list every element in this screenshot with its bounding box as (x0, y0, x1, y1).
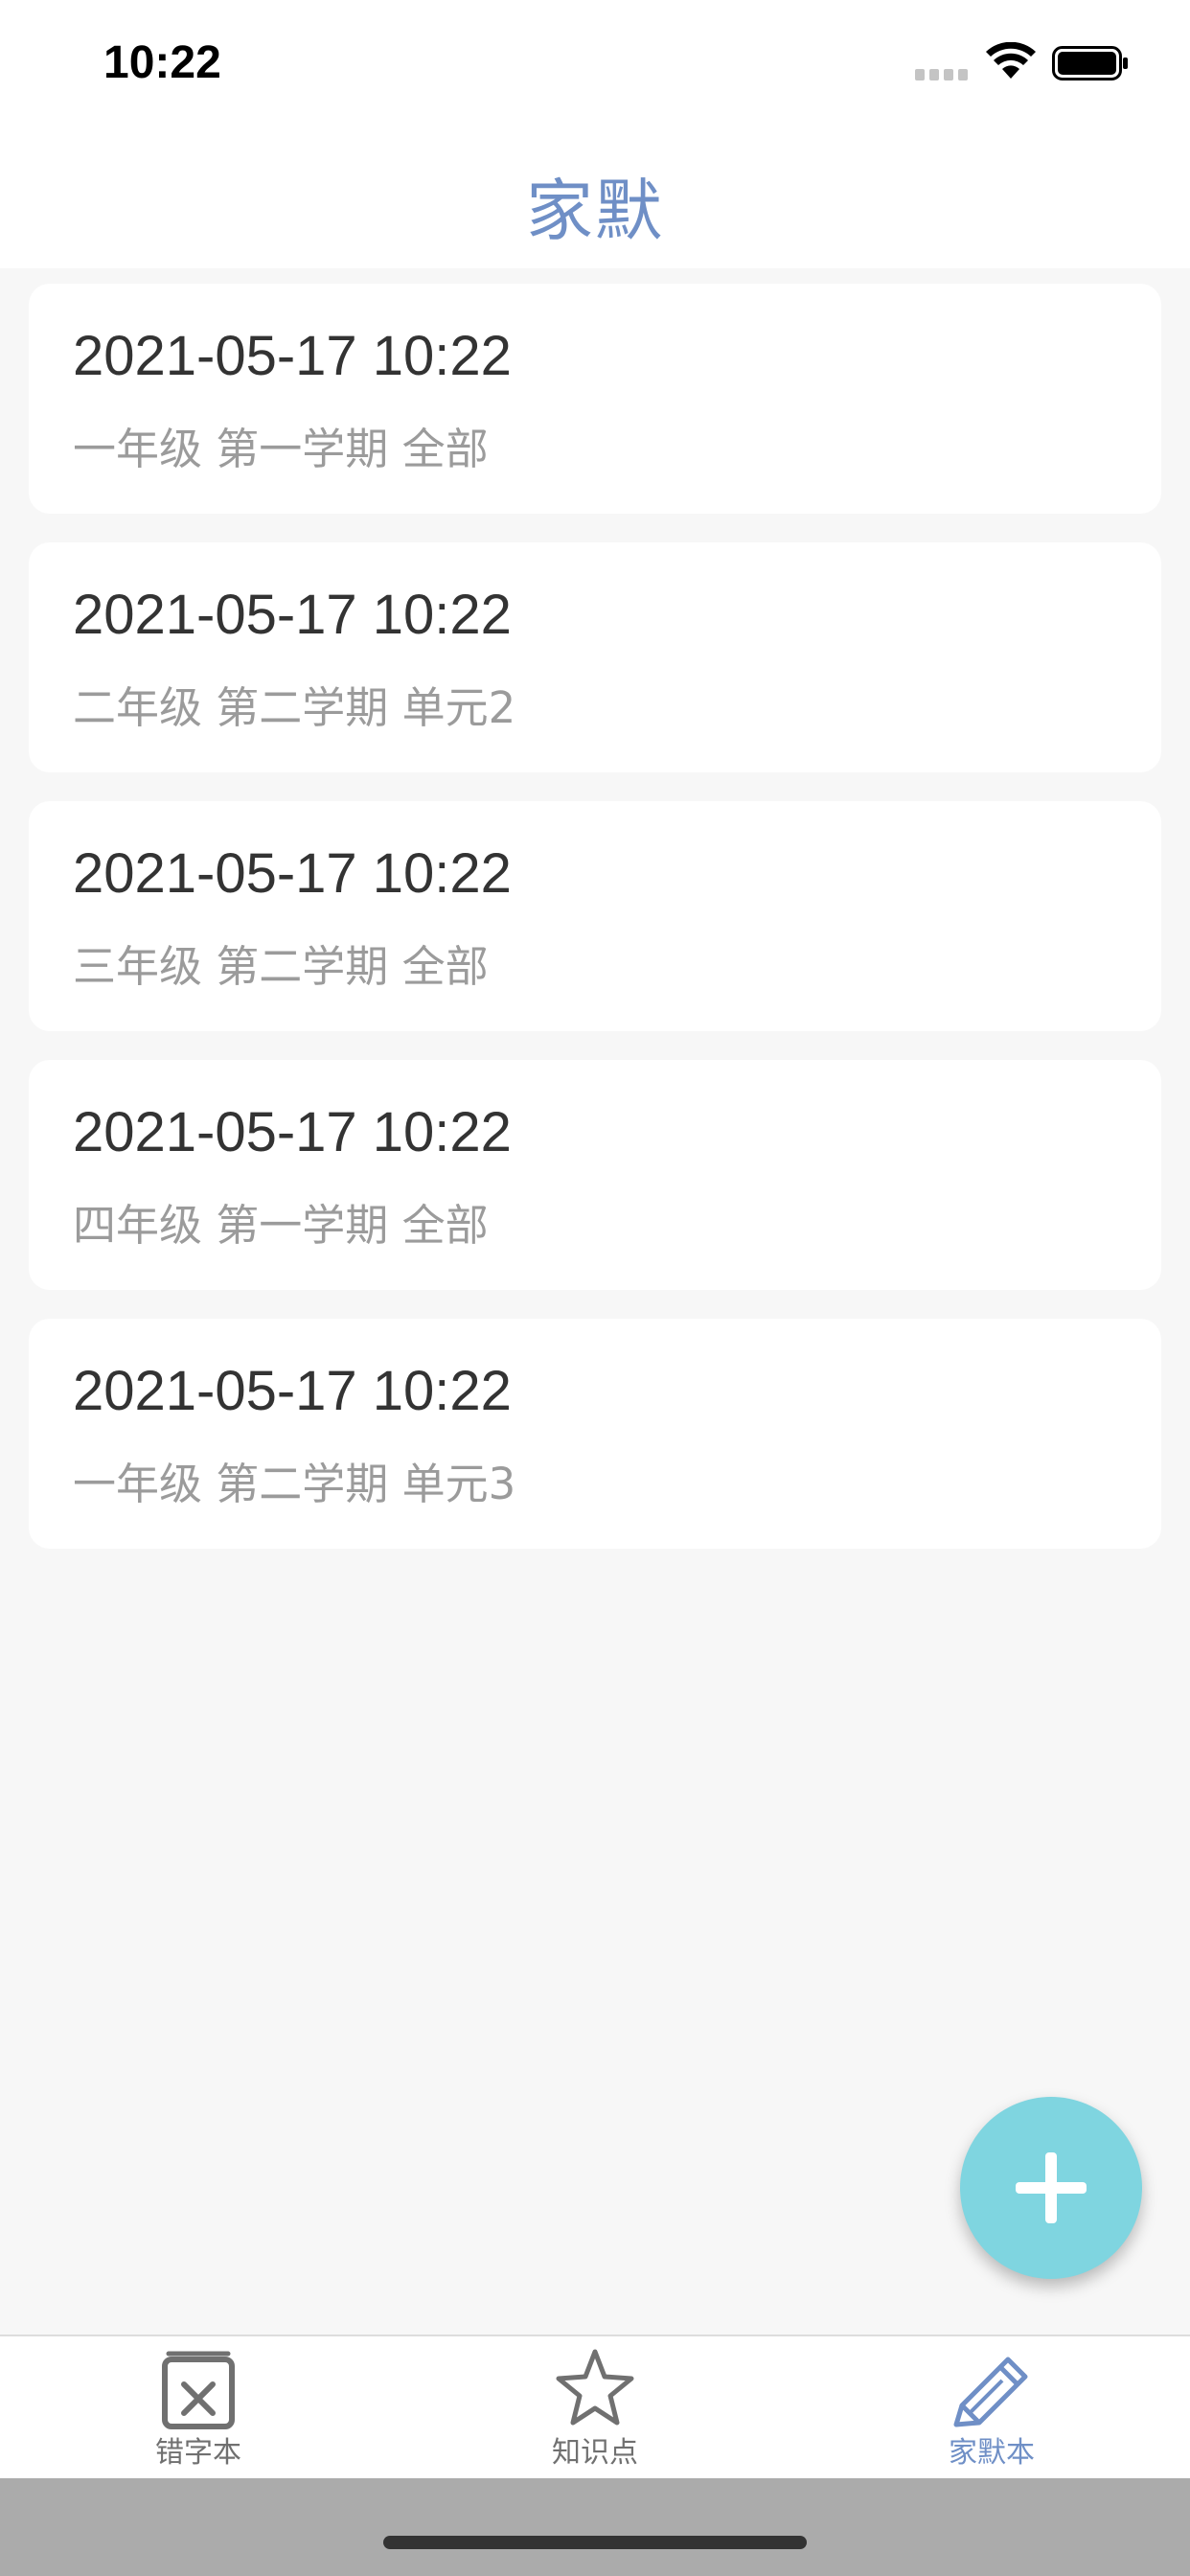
status-bar: 10:22 (0, 0, 1190, 134)
record-date: 2021-05-17 10:22 (73, 325, 512, 387)
record-subtitle: 三年级 第二学期 全部 (73, 941, 489, 992)
record-card[interactable]: 2021-05-17 10:22 三年级 第二学期 全部 (29, 801, 1161, 1031)
home-indicator[interactable] (383, 2536, 807, 2549)
tab-mistake-book[interactable]: 错字本 (0, 2336, 397, 2480)
tab-label: 错字本 (155, 2436, 241, 2470)
star-icon (556, 2349, 634, 2426)
record-date: 2021-05-17 10:22 (73, 584, 512, 646)
navigation-bar: 家默 (0, 134, 1190, 268)
record-list: 2021-05-17 10:22 一年级 第一学期 全部 2021-05-17 … (29, 284, 1161, 1577)
record-subtitle: 一年级 第一学期 全部 (73, 424, 489, 474)
record-date: 2021-05-17 10:22 (73, 1360, 512, 1422)
tab-label: 家默本 (949, 2436, 1035, 2470)
record-subtitle: 四年级 第一学期 全部 (73, 1200, 489, 1251)
tab-dictation-book[interactable]: 家默本 (793, 2336, 1190, 2480)
record-card[interactable]: 2021-05-17 10:22 一年级 第一学期 全部 (29, 284, 1161, 514)
mistake-book-icon (162, 2351, 235, 2429)
record-date: 2021-05-17 10:22 (73, 842, 512, 905)
pencil-icon (953, 2357, 1028, 2427)
tab-bar: 错字本 知识点 家默本 (0, 2334, 1190, 2480)
add-record-button[interactable] (960, 2097, 1142, 2279)
record-card[interactable]: 2021-05-17 10:22 四年级 第一学期 全部 (29, 1060, 1161, 1290)
page-title: 家默 (526, 172, 664, 250)
status-time: 10:22 (103, 37, 221, 88)
tab-label: 知识点 (552, 2436, 638, 2470)
wifi-icon (986, 42, 1036, 79)
battery-icon (1052, 46, 1128, 80)
record-subtitle: 二年级 第二学期 单元2 (73, 682, 516, 733)
home-indicator-area (0, 2478, 1190, 2576)
plus-icon (1016, 2152, 1087, 2223)
record-card[interactable]: 2021-05-17 10:22 二年级 第二学期 单元2 (29, 542, 1161, 772)
cellular-signal-icon (915, 69, 968, 80)
tab-knowledge[interactable]: 知识点 (397, 2336, 793, 2480)
record-subtitle: 一年级 第二学期 单元3 (73, 1459, 516, 1509)
record-card[interactable]: 2021-05-17 10:22 一年级 第二学期 单元3 (29, 1319, 1161, 1549)
record-date: 2021-05-17 10:22 (73, 1101, 512, 1163)
